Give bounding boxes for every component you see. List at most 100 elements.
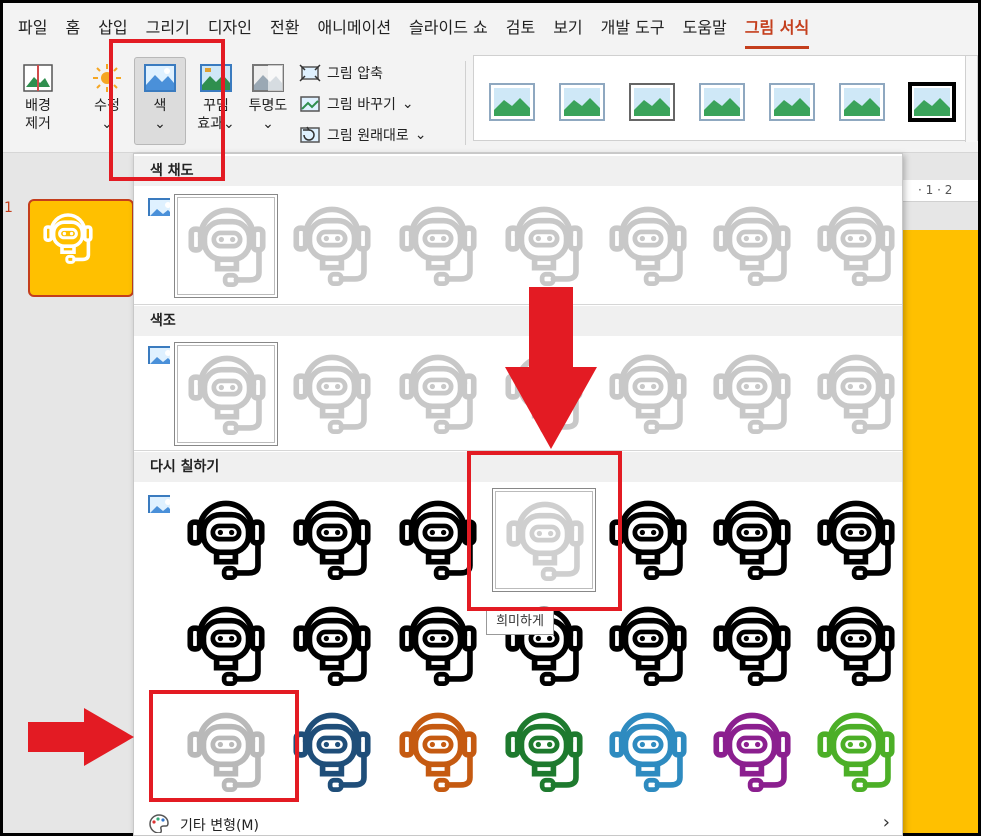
- slide-number: 1: [4, 200, 13, 216]
- picture-style-option[interactable]: [768, 82, 816, 124]
- color-option-tile[interactable]: [174, 342, 278, 446]
- robot-headset-icon: [808, 706, 904, 800]
- color-option-tile[interactable]: [386, 700, 490, 804]
- robot-headset-icon: [496, 706, 592, 800]
- robot-headset-icon: [284, 600, 380, 694]
- remove-background-icon: [23, 64, 53, 92]
- robot-headset-icon: [284, 348, 380, 442]
- tab-picture-format[interactable]: 그림 서식: [736, 3, 818, 53]
- color-option-tile[interactable]: [280, 194, 384, 298]
- robot-headset-icon: [390, 348, 486, 442]
- color-option-tile[interactable]: [280, 342, 384, 446]
- robot-headset-icon: [179, 349, 275, 443]
- robot-headset-icon: [808, 600, 904, 694]
- highlight-color-button: [109, 39, 225, 181]
- chevron-down-icon: ⌄: [401, 96, 414, 112]
- transparency-button[interactable]: 투명도 ⌄: [243, 63, 293, 133]
- remove-background-button[interactable]: 배경 제거: [15, 63, 61, 133]
- robot-headset-icon: [179, 201, 275, 295]
- reset-picture-button[interactable]: 그림 원래대로 ⌄: [299, 125, 426, 145]
- ribbon-separator: [465, 61, 466, 145]
- chevron-down-icon: ⌄: [414, 127, 427, 143]
- robot-headset-icon: [704, 200, 800, 294]
- picture-style-option[interactable]: [488, 82, 536, 124]
- transparency-icon: [252, 64, 284, 92]
- robot-headset-icon: [704, 494, 800, 588]
- color-option-tile[interactable]: [596, 194, 700, 298]
- robot-headset-icon: [178, 600, 274, 694]
- color-option-tile[interactable]: [804, 594, 908, 698]
- picture-style-option[interactable]: [628, 82, 676, 124]
- color-option-tile[interactable]: [700, 594, 804, 698]
- picture-styles-gallery: [473, 55, 978, 142]
- robot-headset-icon: [600, 348, 696, 442]
- tab-developer[interactable]: 개발 도구: [592, 3, 674, 53]
- tab-transitions[interactable]: 전환: [261, 3, 308, 53]
- transparency-label: 투명도: [248, 98, 288, 114]
- gallery-scrollbar[interactable]: [965, 56, 977, 142]
- right-arrow-annotation: [28, 708, 134, 766]
- color-option-tile[interactable]: [700, 342, 804, 446]
- picture-style-option[interactable]: [838, 82, 886, 124]
- color-option-tile[interactable]: [804, 342, 908, 446]
- robot-headset-icon: [808, 494, 904, 588]
- change-picture-button[interactable]: 그림 바꾸기 ⌄: [299, 94, 414, 114]
- tab-slideshow[interactable]: 슬라이드 쇼: [400, 3, 497, 53]
- color-option-tile[interactable]: [280, 594, 384, 698]
- robot-headset-icon: [43, 213, 93, 265]
- color-option-tile[interactable]: [596, 342, 700, 446]
- highlight-washout-option: [467, 451, 622, 611]
- robot-headset-icon: [496, 200, 592, 294]
- color-option-tile[interactable]: [700, 488, 804, 592]
- slide-canvas[interactable]: [902, 230, 978, 833]
- compress-label: 그림 압축: [327, 66, 383, 82]
- color-option-tile[interactable]: [804, 488, 908, 592]
- robot-headset-icon: [390, 706, 486, 800]
- section-header-saturation: 색 채도: [134, 156, 902, 186]
- robot-headset-icon: [704, 706, 800, 800]
- robot-headset-icon: [600, 600, 696, 694]
- tab-home[interactable]: 홈: [56, 3, 89, 53]
- ruler-marks: · 1 · 2: [918, 183, 953, 197]
- change-picture-icon: [300, 96, 320, 112]
- tab-animations[interactable]: 애니메이션: [308, 3, 400, 53]
- robot-headset-icon: [704, 348, 800, 442]
- color-option-tile[interactable]: [804, 194, 908, 298]
- tab-review[interactable]: 검토: [497, 3, 544, 53]
- robot-headset-icon: [284, 494, 380, 588]
- color-option-tile[interactable]: [596, 700, 700, 804]
- color-option-tile[interactable]: [492, 194, 596, 298]
- picture-style-option[interactable]: [558, 82, 606, 124]
- tab-file[interactable]: 파일: [9, 3, 56, 53]
- change-picture-label: 그림 바꾸기: [327, 97, 396, 113]
- palette-icon: [149, 814, 169, 833]
- more-variations-menu-item[interactable]: 기타 변형(M) ›: [134, 809, 902, 836]
- robot-headset-icon: [808, 348, 904, 442]
- color-option-tile[interactable]: [492, 700, 596, 804]
- color-option-tile[interactable]: [280, 488, 384, 592]
- robot-headset-icon: [390, 600, 486, 694]
- color-option-tile[interactable]: [700, 700, 804, 804]
- tab-view[interactable]: 보기: [544, 3, 591, 53]
- chevron-down-icon: ⌄: [262, 116, 274, 132]
- tone-icon: [148, 346, 170, 364]
- color-option-tile[interactable]: [386, 342, 490, 446]
- color-option-tile[interactable]: [386, 194, 490, 298]
- highlight-gray-option: [149, 690, 299, 802]
- reset-picture-icon: [300, 126, 320, 143]
- color-option-tile[interactable]: [174, 194, 278, 298]
- compress-pictures-button[interactable]: 그림 압축: [299, 63, 383, 83]
- robot-headset-icon: [284, 200, 380, 294]
- color-option-tile[interactable]: [804, 700, 908, 804]
- remove-background-label-2: 제거: [25, 116, 51, 132]
- slide-thumbnail[interactable]: [28, 199, 134, 297]
- chevron-right-icon: ›: [882, 812, 890, 833]
- robot-headset-icon: [390, 200, 486, 294]
- picture-style-option[interactable]: [908, 82, 956, 124]
- color-option-tile[interactable]: [174, 488, 278, 592]
- tab-help[interactable]: 도움말: [674, 3, 736, 53]
- color-option-tile[interactable]: [174, 594, 278, 698]
- picture-style-option[interactable]: [698, 82, 746, 124]
- more-variations-label: 기타 변형(M): [180, 818, 259, 834]
- color-option-tile[interactable]: [700, 194, 804, 298]
